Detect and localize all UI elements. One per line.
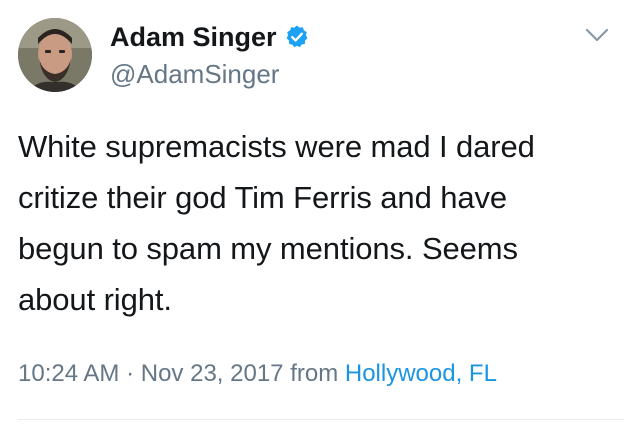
name-row: Adam Singer (110, 20, 310, 54)
from-label: from (290, 360, 339, 387)
tweet-text-line: about right. (18, 282, 172, 317)
tweet-text: White supremacists were mad I dared crit… (18, 121, 618, 325)
profile-photo-icon (18, 18, 92, 92)
divider (18, 419, 624, 420)
tweet-time[interactable]: 10:24 AM (18, 360, 119, 387)
tweet-date[interactable]: Nov 23, 2017 (141, 360, 284, 387)
user-handle[interactable]: @AdamSinger (110, 58, 279, 90)
tweet-metadata: 10:24 AM · Nov 23, 2017 from Hollywood, … (18, 356, 497, 392)
tweet-text-line: White supremacists were mad I dared (18, 129, 535, 164)
meta-separator: · (126, 360, 135, 387)
avatar[interactable] (18, 18, 92, 92)
tweet-card: Adam Singer @AdamSinger White supremacis… (0, 0, 624, 433)
verified-badge-icon (284, 24, 310, 50)
tweet-text-line: critize their god Tim Ferris and have (18, 180, 508, 215)
tweet-text-line: begun to spam my mentions. Seems (18, 231, 518, 266)
display-name[interactable]: Adam Singer (110, 20, 277, 54)
chevron-down-icon[interactable] (584, 25, 610, 45)
location-link[interactable]: Hollywood, FL (345, 360, 497, 387)
